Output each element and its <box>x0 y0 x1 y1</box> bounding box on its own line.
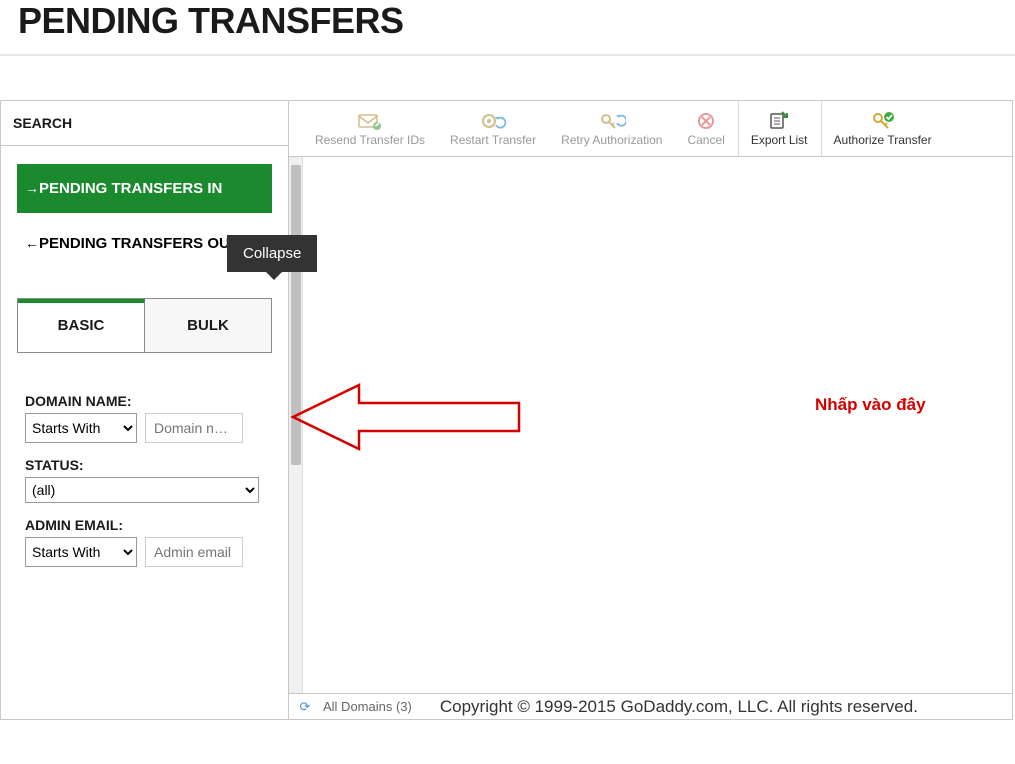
status-label: STATUS: <box>25 457 272 473</box>
toolbar-label: Cancel <box>687 133 724 147</box>
mail-icon <box>356 111 384 131</box>
divider <box>0 54 1015 56</box>
main-panel: SEARCH → PENDING TRANSFERS IN ← PENDING … <box>0 100 1013 720</box>
export-list-button[interactable]: Export List <box>738 101 821 156</box>
nav-label: PENDING TRANSFERS IN <box>39 178 260 199</box>
sidebar-body: → PENDING TRANSFERS IN ← PENDING TRANSFE… <box>1 146 288 581</box>
status-select[interactable]: (all) <box>25 477 259 503</box>
status-bar: ⟳ All Domains (3) Copyright © 1999-2015 … <box>289 693 1012 719</box>
refresh-icon[interactable]: ⟳ <box>289 699 321 715</box>
toolbar-label: Retry Authorization <box>561 133 662 147</box>
arrow-left-icon: ← <box>25 233 39 252</box>
sidebar: SEARCH → PENDING TRANSFERS IN ← PENDING … <box>1 101 289 719</box>
annotation-label: Nhấp vào đây <box>815 395 926 415</box>
sidebar-header: SEARCH <box>1 101 288 146</box>
tab-basic[interactable]: BASIC <box>18 299 145 352</box>
collapse-tooltip: Collapse <box>227 235 317 272</box>
admin-email-label: ADMIN EMAIL: <box>25 517 272 533</box>
domain-name-operator-select[interactable]: Starts With <box>25 413 137 443</box>
admin-email-input[interactable] <box>145 537 243 567</box>
search-form: DOMAIN NAME: Starts With STATUS: (all) <box>17 353 272 567</box>
arrow-right-icon: → <box>25 178 39 197</box>
annotation-arrow-icon <box>289 377 849 457</box>
domain-name-input[interactable] <box>145 413 243 443</box>
retry-authorization-button[interactable]: Retry Authorization <box>549 101 675 156</box>
restart-transfer-button[interactable]: Restart Transfer <box>438 101 549 156</box>
authorize-transfer-button[interactable]: Authorize Transfer <box>821 101 945 156</box>
gear-refresh-icon <box>479 111 507 131</box>
copyright-text: Copyright © 1999-2015 GoDaddy.com, LLC. … <box>440 697 918 717</box>
scrollbar-thumb[interactable] <box>291 165 301 465</box>
admin-email-operator-select[interactable]: Starts With <box>25 537 137 567</box>
toolbar-label: Resend Transfer IDs <box>315 133 425 147</box>
toolbar-label: Authorize Transfer <box>834 133 932 147</box>
cancel-button[interactable]: Cancel <box>675 101 737 156</box>
main-content: Resend Transfer IDs Restart Transfer Ret… <box>289 101 1012 719</box>
all-domains-status[interactable]: All Domains (3) <box>321 699 412 714</box>
export-icon <box>765 111 793 131</box>
tab-bulk[interactable]: BULK <box>145 299 271 352</box>
key-check-icon <box>869 111 897 131</box>
search-tabs: BASIC BULK <box>17 298 272 353</box>
page-title: PENDING TRANSFERS <box>0 0 1015 54</box>
resend-transfer-ids-button[interactable]: Resend Transfer IDs <box>303 101 438 156</box>
toolbar: Resend Transfer IDs Restart Transfer Ret… <box>289 101 1012 157</box>
nav-pending-transfers-in[interactable]: → PENDING TRANSFERS IN <box>17 164 272 213</box>
domain-name-label: DOMAIN NAME: <box>25 393 272 409</box>
key-refresh-icon <box>598 111 626 131</box>
toolbar-label: Export List <box>751 133 808 147</box>
cancel-icon <box>692 111 720 131</box>
toolbar-label: Restart Transfer <box>450 133 536 147</box>
